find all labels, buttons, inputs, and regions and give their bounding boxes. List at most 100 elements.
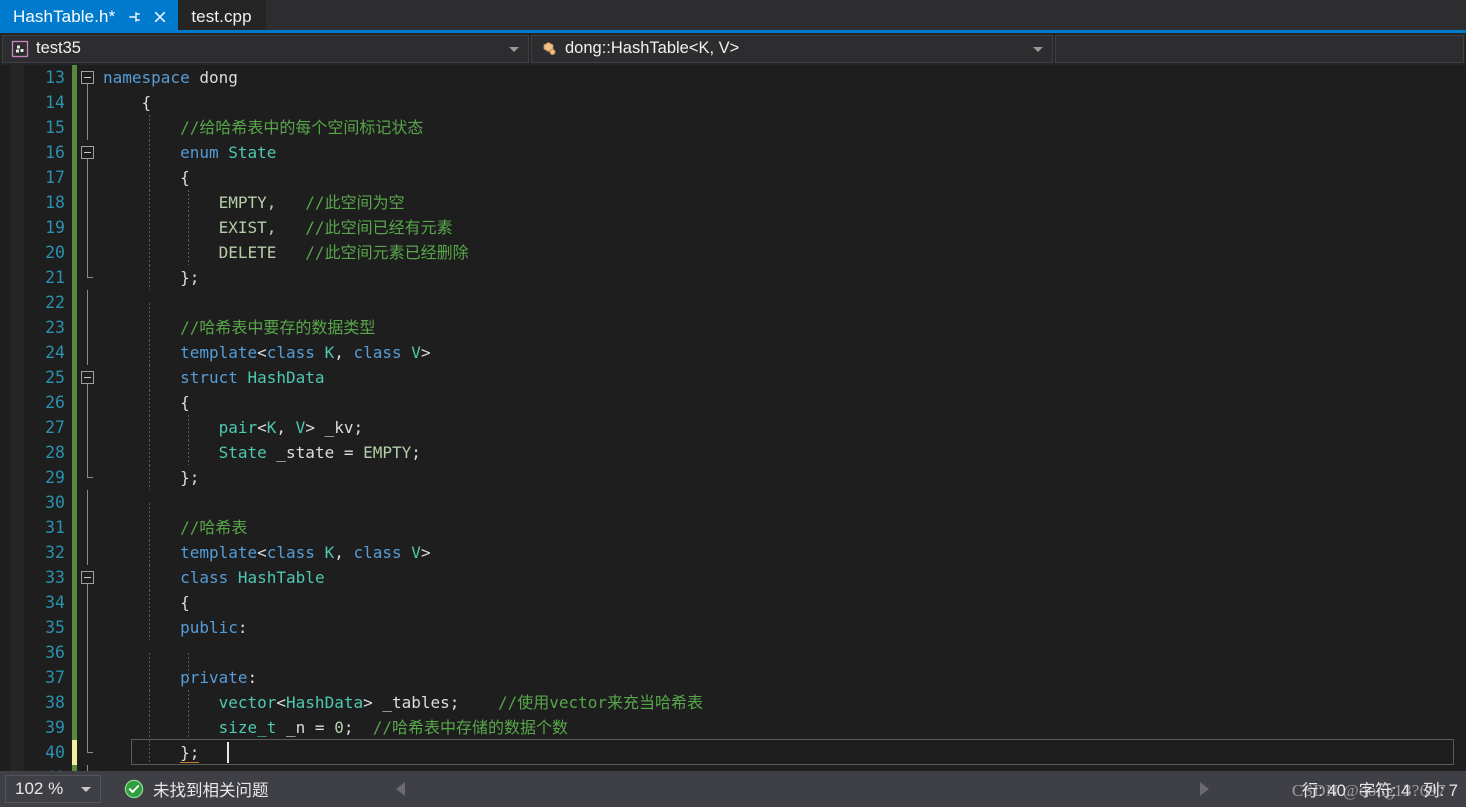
selection-margin[interactable]	[10, 65, 24, 771]
code-line-text: //哈希表中要存的数据类型	[103, 315, 1466, 340]
code-line[interactable]: 39 size_t _n = 0; //哈希表中存储的数据个数	[24, 715, 1466, 740]
fold-margin[interactable]	[77, 115, 103, 140]
fold-margin[interactable]	[77, 265, 103, 290]
code-line[interactable]: 40 };	[24, 739, 1466, 765]
fold-margin[interactable]	[77, 640, 103, 665]
line-number: 17	[45, 168, 65, 187]
code-line-text: struct HashData	[103, 365, 1466, 390]
code-line[interactable]: 15 //给哈希表中的每个空间标记状态	[24, 115, 1466, 140]
code-line[interactable]: 13 namespace dong	[24, 65, 1466, 90]
arrow-right-icon[interactable]	[1200, 782, 1209, 796]
code-line[interactable]: 22	[24, 290, 1466, 328]
fold-guide	[87, 540, 88, 565]
fold-margin[interactable]	[77, 715, 103, 740]
code-line[interactable]: 14 {	[24, 90, 1466, 115]
fold-guide	[87, 615, 88, 640]
code-line[interactable]: 35 public:	[24, 615, 1466, 640]
fold-margin[interactable]	[77, 665, 103, 690]
fold-guide	[87, 340, 88, 365]
code-line[interactable]: 17 {	[24, 165, 1466, 190]
code-token: pair	[218, 418, 258, 437]
fold-margin[interactable]	[77, 165, 103, 190]
project-dropdown[interactable]: test35	[2, 34, 529, 63]
code-line[interactable]: 27 pair<K, V> _kv;	[24, 415, 1466, 440]
status-bar: 102 % 未找到相关问题 行: 40 字符: 4 列: 7 CSDN @don…	[0, 771, 1466, 807]
code-line[interactable]: 32 template<class K, class V>	[24, 540, 1466, 565]
fold-margin[interactable]	[77, 440, 103, 465]
tab-test-cpp[interactable]: test.cpp	[178, 0, 266, 33]
code-line[interactable]: 33 class HashTable	[24, 565, 1466, 590]
fold-margin[interactable]	[77, 515, 103, 540]
fold-margin[interactable]	[77, 340, 103, 365]
code-line[interactable]: 31 //哈希表	[24, 515, 1466, 540]
code-line[interactable]: 21 };	[24, 265, 1466, 290]
tab-icon-group	[127, 9, 168, 25]
code-line[interactable]: 36	[24, 640, 1466, 678]
arrow-left-icon[interactable]	[396, 782, 405, 796]
code-editor[interactable]: 13 namespace dong 14 {15 //给哈希表中的每个空间标记状态 1…	[0, 65, 1466, 771]
fold-margin[interactable]	[77, 565, 103, 590]
pin-icon[interactable]	[127, 9, 143, 25]
code-line[interactable]: 29 };	[24, 465, 1466, 490]
fold-margin[interactable]	[77, 615, 103, 640]
line-number: 35	[45, 618, 65, 637]
fold-margin[interactable]	[77, 540, 103, 565]
fold-margin[interactable]	[77, 190, 103, 215]
line-number: 27	[45, 418, 65, 437]
code-line[interactable]: 18 EMPTY, //此空间为空	[24, 190, 1466, 215]
code-line[interactable]: 38 vector<HashData> _tables; //使用vector来…	[24, 690, 1466, 715]
fold-collapse-icon[interactable]	[81, 71, 94, 84]
code-line[interactable]: 25 struct HashData	[24, 365, 1466, 390]
fold-margin[interactable]	[77, 490, 103, 515]
code-token: ;	[411, 443, 421, 462]
code-token: >	[363, 693, 383, 712]
close-icon[interactable]	[152, 9, 168, 25]
fold-margin[interactable]	[77, 240, 103, 265]
fold-margin[interactable]	[77, 65, 103, 90]
scope-dropdown[interactable]: dong::HashTable<K, V>	[531, 34, 1053, 63]
code-line[interactable]: 23 //哈希表中要存的数据类型	[24, 315, 1466, 340]
fold-margin[interactable]	[77, 590, 103, 615]
code-line-text: vector<HashData> _tables; //使用vector来充当哈…	[103, 690, 1466, 715]
code-line[interactable]: 16 enum State	[24, 140, 1466, 165]
code-line[interactable]: 20 DELETE //此空间元素已经删除	[24, 240, 1466, 265]
fold-margin[interactable]	[77, 390, 103, 415]
fold-margin[interactable]	[77, 465, 103, 490]
fold-collapse-icon[interactable]	[81, 146, 94, 159]
fold-margin[interactable]	[77, 315, 103, 340]
code-line[interactable]: 37 private:	[24, 665, 1466, 690]
code-line[interactable]: 26 {	[24, 390, 1466, 415]
code-line[interactable]: 28 State _state = EMPTY;	[24, 440, 1466, 465]
code-line[interactable]: 24 template<class K, class V>	[24, 340, 1466, 365]
fold-margin[interactable]	[77, 290, 103, 315]
code-line-text: private:	[103, 665, 1466, 690]
fold-margin[interactable]	[77, 215, 103, 240]
fold-margin[interactable]	[77, 415, 103, 440]
code-line[interactable]: 19 EXIST, //此空间已经有元素	[24, 215, 1466, 240]
fold-margin[interactable]	[77, 140, 103, 165]
fold-margin[interactable]	[77, 690, 103, 715]
fold-margin[interactable]	[77, 740, 103, 765]
fold-guide	[87, 165, 88, 190]
issue-status[interactable]: 未找到相关问题	[124, 777, 269, 801]
code-line-text: };	[103, 265, 1466, 290]
code-line[interactable]: 30	[24, 490, 1466, 528]
fold-margin[interactable]	[77, 365, 103, 390]
code-token: };	[180, 743, 200, 763]
code-token: class	[266, 543, 315, 562]
tab-hashtable-h[interactable]: HashTable.h*	[0, 0, 179, 33]
member-dropdown[interactable]	[1055, 34, 1464, 63]
fold-collapse-icon[interactable]	[81, 571, 94, 584]
code-lines-container[interactable]: 13 namespace dong 14 {15 //给哈希表中的每个空间标记状态 1…	[24, 65, 1466, 771]
zoom-level-dropdown[interactable]: 102 %	[5, 775, 101, 803]
fold-collapse-icon[interactable]	[81, 371, 94, 384]
code-line[interactable]: 34 {	[24, 590, 1466, 615]
fold-margin[interactable]	[77, 90, 103, 115]
line-number: 31	[45, 518, 65, 537]
